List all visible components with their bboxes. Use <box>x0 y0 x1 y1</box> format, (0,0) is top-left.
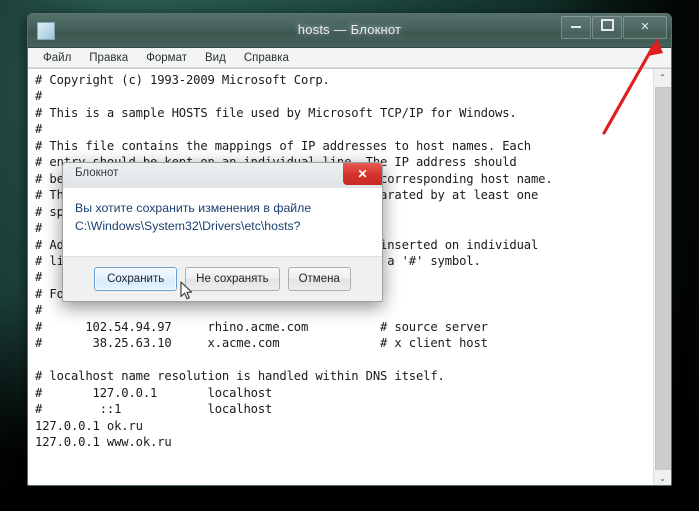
dialog-message: Вы хотите сохранить изменения в файле C:… <box>75 200 372 235</box>
dialog-message-line2: C:\Windows\System32\Drivers\etc\hosts? <box>75 218 301 233</box>
dialog-title: Блокнот <box>75 167 119 179</box>
minimize-button[interactable] <box>561 16 591 39</box>
dialog-button-row: Сохранить Не сохранять Отмена <box>63 256 382 301</box>
close-button[interactable]: ✕ <box>623 16 667 39</box>
cancel-button[interactable]: Отмена <box>287 267 351 291</box>
save-button[interactable]: Сохранить <box>94 267 178 291</box>
menu-item-file[interactable]: Файл <box>34 48 80 68</box>
vertical-scrollbar[interactable]: ⌃ ⌄ <box>653 69 671 485</box>
dialog-body: Вы хотите сохранить изменения в файле C:… <box>63 187 382 259</box>
maximize-button[interactable] <box>592 16 622 39</box>
minimize-icon <box>571 26 581 28</box>
menu-item-edit[interactable]: Правка <box>80 48 137 68</box>
menu-item-view[interactable]: Вид <box>196 48 235 68</box>
menu-item-format[interactable]: Формат <box>137 48 196 68</box>
save-changes-dialog: Блокнот ✕ Вы хотите сохранить изменения … <box>62 162 383 302</box>
dialog-message-line1: Вы хотите сохранить изменения в файле <box>75 201 312 215</box>
dialog-titlebar[interactable]: Блокнот ✕ <box>63 163 382 187</box>
window-titlebar[interactable]: hosts — Блокнот ✕ <box>28 14 671 48</box>
scroll-up-arrow-icon[interactable]: ⌃ <box>654 69 671 86</box>
maximize-icon <box>600 19 614 31</box>
scroll-down-arrow-icon[interactable]: ⌄ <box>654 470 671 485</box>
menu-item-help[interactable]: Справка <box>235 48 298 68</box>
dont-save-button[interactable]: Не сохранять <box>185 267 280 291</box>
scrollbar-thumb[interactable] <box>655 87 671 472</box>
window-controls: ✕ <box>561 16 667 39</box>
menu-bar: Файл Правка Формат Вид Справка <box>28 48 671 68</box>
dialog-close-button[interactable]: ✕ <box>343 163 382 185</box>
